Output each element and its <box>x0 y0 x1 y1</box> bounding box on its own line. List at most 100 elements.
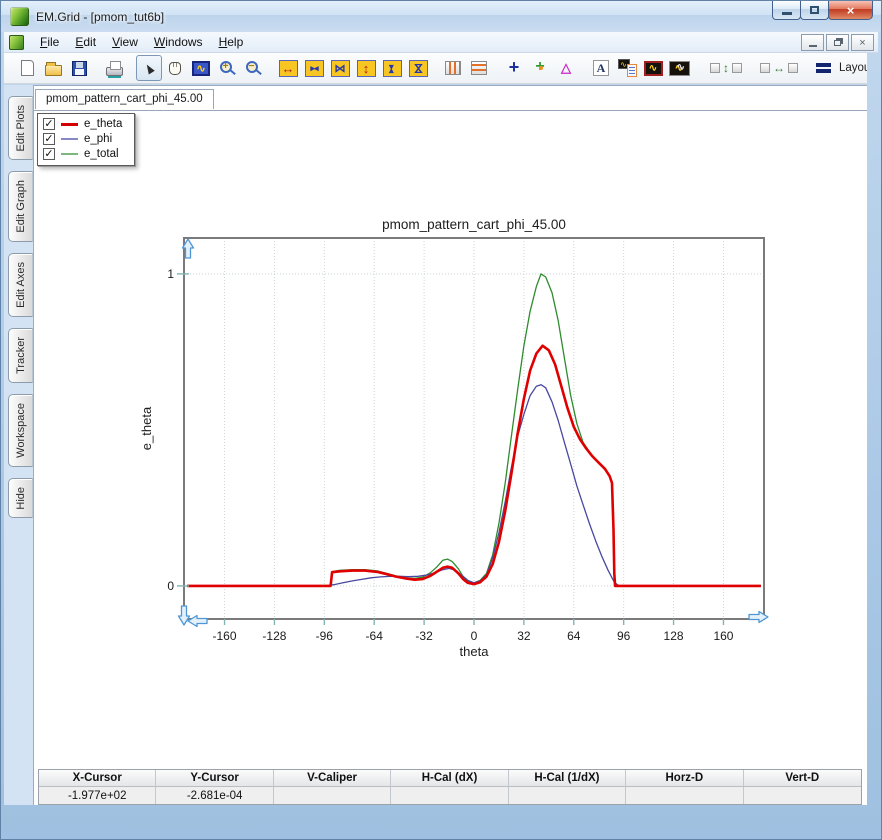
status-header-v-caliper: V-Caliper <box>273 770 392 787</box>
close-button[interactable]: × <box>828 1 873 20</box>
vertical-markers-button[interactable] <box>440 55 466 81</box>
zoom-out-button[interactable]: − <box>240 55 266 81</box>
fit-vertical-checkbox-right[interactable] <box>732 63 742 73</box>
svg-text:1: 1 <box>167 267 174 281</box>
fit-horizontal-control[interactable]: ↔ <box>760 61 798 75</box>
autoscale-y-button[interactable]: ⋈ <box>405 55 431 81</box>
sidebar-tab-edit-graph[interactable]: Edit Graph <box>8 171 33 243</box>
sidebar-tab-workspace[interactable]: Workspace <box>8 393 33 467</box>
layout-label: Layou <box>839 62 867 74</box>
mdi-minimize-button[interactable] <box>801 34 824 51</box>
menu-edit[interactable]: Edit <box>67 33 104 51</box>
horizontal-markers-button[interactable] <box>466 55 492 81</box>
svg-text:32: 32 <box>517 629 531 643</box>
shrink-x-button[interactable]: ▸◂ <box>301 55 327 81</box>
shrink-y-button[interactable]: ▸◂ <box>379 55 405 81</box>
status-value-row: -1.977e+02 -2.681e-04 <box>39 787 861 804</box>
new-file-button[interactable] <box>14 55 40 81</box>
fit-horizontal-checkbox-left[interactable] <box>760 63 770 73</box>
plot-overlay-button[interactable]: ∿ ∿ <box>666 55 692 81</box>
mdi-child-icon[interactable] <box>9 34 24 50</box>
legend-item-e-total[interactable]: e_total <box>43 148 122 160</box>
series-line-e_theta <box>187 344 761 588</box>
sidebar-tab-edit-axes[interactable]: Edit Axes <box>8 253 33 317</box>
status-header-horz-d: Horz-D <box>626 770 744 787</box>
select-pointer-button[interactable]: ▲ <box>136 55 162 81</box>
text-annotation-icon: A <box>593 60 609 76</box>
legend-line-e-phi <box>61 138 78 140</box>
svg-text:-32: -32 <box>415 629 433 643</box>
status-header-x-cursor: X-Cursor <box>39 770 157 787</box>
autoscale-x-button[interactable]: ⋈ <box>327 55 353 81</box>
fit-horizontal-icon: ↔ <box>773 61 785 75</box>
legend-item-e-theta[interactable]: e_theta <box>43 118 122 130</box>
tracker-button[interactable]: + <box>527 55 553 81</box>
status-value-v-caliper <box>273 787 392 804</box>
status-value-x-cursor: -1.977e+02 <box>39 787 157 804</box>
app-logo-icon <box>10 7 29 26</box>
menu-file[interactable]: File <box>32 33 67 51</box>
plot-single-button[interactable]: ∿ <box>640 55 666 81</box>
plot-report-button[interactable]: ∿ <box>614 55 640 81</box>
maximize-icon <box>810 6 819 14</box>
print-button[interactable] <box>101 55 127 81</box>
mdi-close-button[interactable]: × <box>851 34 874 51</box>
autoscale-x-icon: ⋈ <box>330 59 350 77</box>
shrink-y-icon: ▸◂ <box>382 59 402 77</box>
fit-vertical-control[interactable]: ↕ <box>710 61 742 75</box>
print-icon <box>105 61 123 78</box>
vertical-markers-icon <box>445 61 461 75</box>
status-header-row: X-Cursor Y-Cursor V-Caliper H-Cal (dX) H… <box>39 770 861 787</box>
menu-view[interactable]: View <box>104 33 146 51</box>
minimize-button[interactable] <box>772 1 801 20</box>
tab-divider <box>34 110 867 111</box>
layout-button[interactable]: Layou <box>816 62 867 74</box>
legend-box: e_theta e_phi e_total <box>37 113 136 166</box>
fit-vertical-checkbox-left[interactable] <box>710 63 720 73</box>
status-value-h-cal-dx <box>391 787 509 804</box>
menu-windows[interactable]: Windows <box>146 33 211 51</box>
app-window: EM.Grid - [pmom_tut6b] × File Edit View … <box>0 0 882 840</box>
mdi-restore-button[interactable] <box>826 34 849 51</box>
crosshair-icon: + <box>508 56 520 77</box>
close-icon: × <box>846 2 855 18</box>
side-tab-strip: Edit Plots Edit Graph Edit Axes Tracker … <box>4 85 33 805</box>
svg-text:0: 0 <box>471 629 478 643</box>
svg-text:-128: -128 <box>262 629 286 643</box>
text-annotation-button[interactable]: A <box>588 55 614 81</box>
svg-text:theta: theta <box>460 644 490 659</box>
chart-canvas[interactable]: -160 -128 -96 -64 -32 0 32 64 96 128 160 0 1 pmom_pat… <box>136 211 796 671</box>
svg-text:-64: -64 <box>366 629 384 643</box>
shrink-x-icon: ▸◂ <box>304 59 324 77</box>
zoom-in-button[interactable]: + <box>214 55 240 81</box>
svg-text:-160: -160 <box>213 629 237 643</box>
tracker-icon: + <box>535 58 545 75</box>
status-header-h-cal-dx: H-Cal (dX) <box>391 770 509 787</box>
document-tab[interactable]: pmom_pattern_cart_phi_45.00 <box>35 89 214 109</box>
menu-help[interactable]: Help <box>211 33 252 51</box>
open-file-button[interactable] <box>40 55 66 81</box>
status-header-h-cal-1dx: H-Cal (1/dX) <box>508 770 627 787</box>
checkbox-e-total[interactable] <box>43 148 55 160</box>
expand-y-button[interactable]: ↕ <box>353 55 379 81</box>
pan-button[interactable] <box>162 55 188 81</box>
legend-item-e-phi[interactable]: e_phi <box>43 133 122 145</box>
sidebar-tab-edit-plots[interactable]: Edit Plots <box>8 96 33 161</box>
zoom-region-icon: ∿ <box>192 60 210 76</box>
minimize-icon <box>781 11 792 15</box>
series-line-e_phi <box>187 384 761 587</box>
fit-horizontal-checkbox-right[interactable] <box>788 63 798 73</box>
expand-x-button[interactable]: ↔ <box>275 55 301 81</box>
mdi-restore-icon <box>834 39 841 46</box>
checkbox-e-phi[interactable] <box>43 133 55 145</box>
plot-overlay-icon: ∿ ∿ <box>668 60 690 76</box>
crosshair-button[interactable]: + <box>501 55 527 81</box>
checkbox-e-theta[interactable] <box>43 118 55 130</box>
sidebar-tab-tracker[interactable]: Tracker <box>8 327 33 383</box>
sidebar-tab-hide[interactable]: Hide <box>8 477 33 519</box>
maximize-button[interactable] <box>800 1 829 20</box>
save-button[interactable] <box>66 55 92 81</box>
horizontal-markers-icon <box>471 61 487 75</box>
zoom-region-button[interactable]: ∿ <box>188 55 214 81</box>
caliper-button[interactable]: △ <box>553 55 579 81</box>
